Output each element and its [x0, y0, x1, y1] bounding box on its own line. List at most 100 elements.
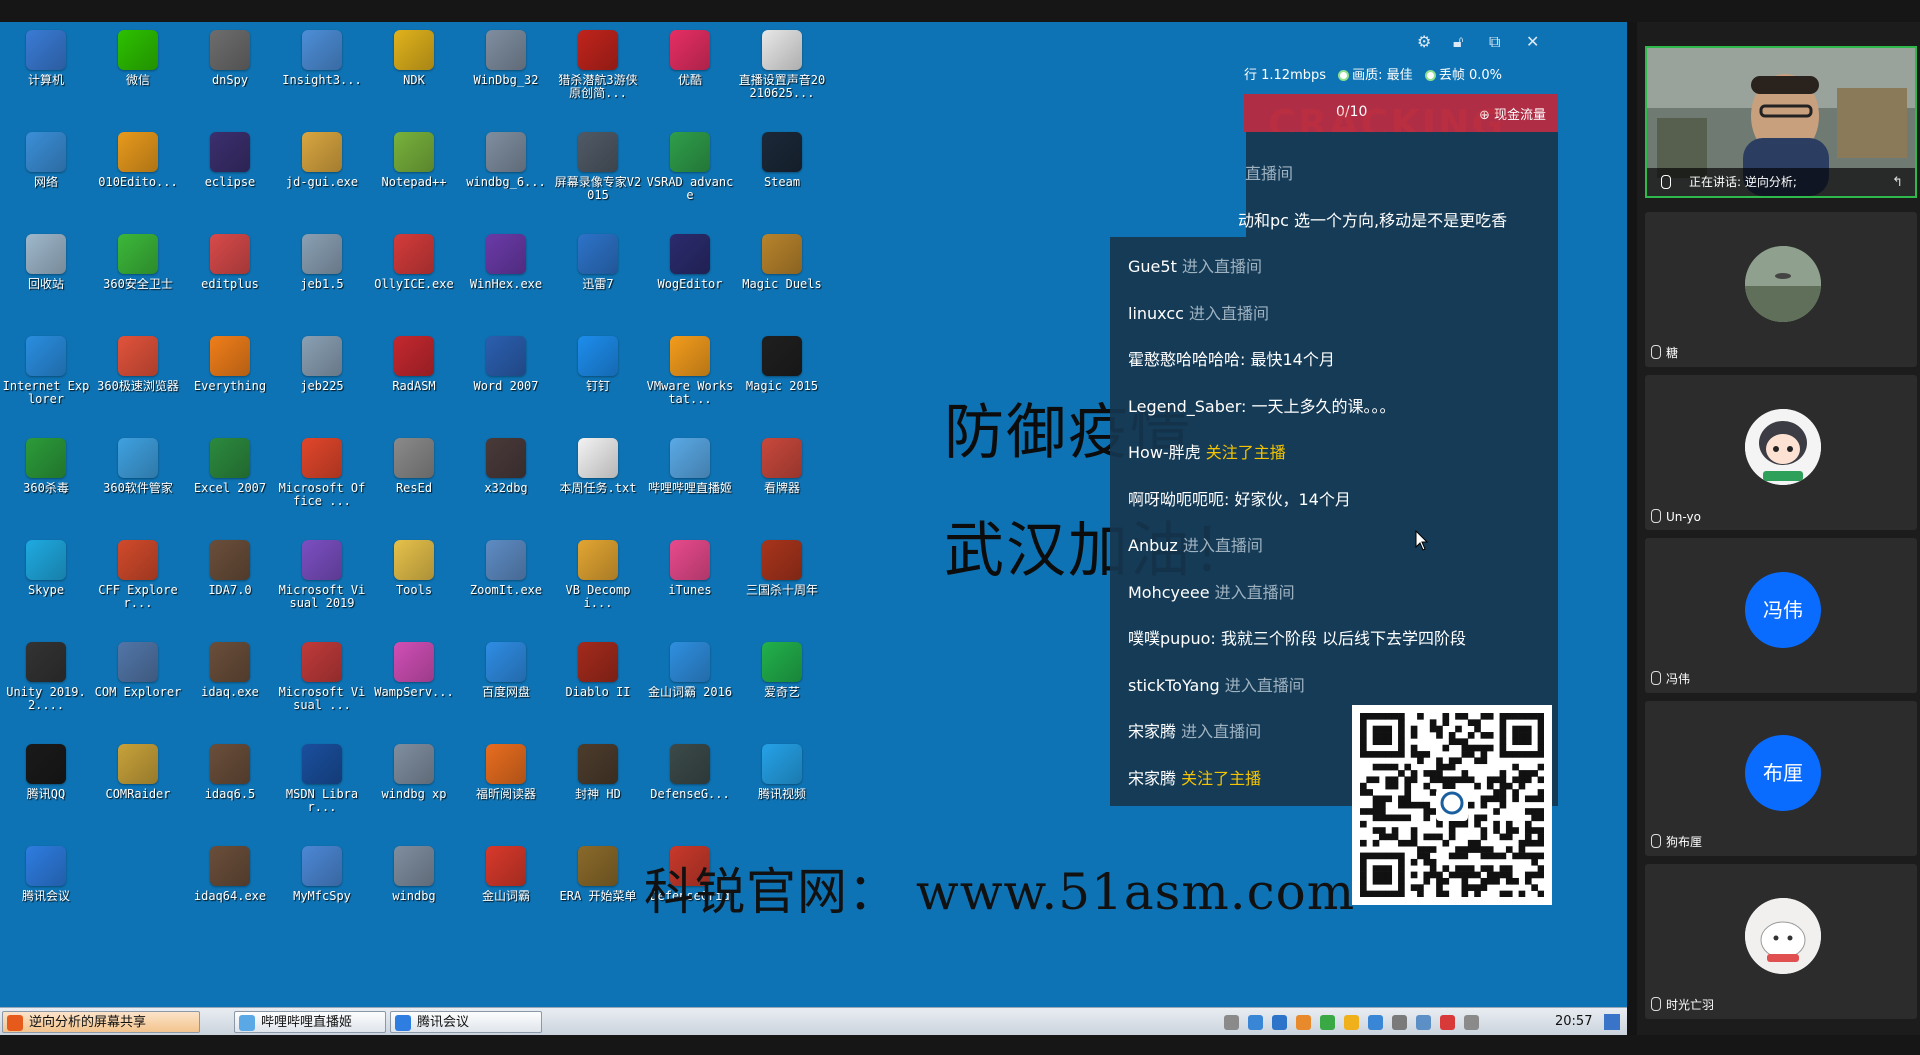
desktop-icon[interactable]: Word 2007 — [460, 332, 552, 428]
desktop-icon[interactable]: MyMfcSpy — [276, 842, 368, 938]
desktop-icon[interactable]: 爱奇艺 — [736, 638, 828, 734]
taskbar-item-tencent-meeting[interactable]: 腾讯会议 — [390, 1011, 542, 1033]
desktop-icon[interactable]: Magic 2015 — [736, 332, 828, 428]
participant-tile[interactable]: 时光亡羽 — [1645, 864, 1917, 1019]
desktop-icon[interactable]: Tools — [368, 536, 460, 632]
desktop-icon[interactable]: VMware Workstat... — [644, 332, 736, 428]
desktop-icon[interactable]: 金山词霸 — [460, 842, 552, 938]
desktop-icon[interactable]: windbg xp — [368, 740, 460, 836]
active-speaker-video[interactable]: 正在讲话: 逆向分析; ↰ — [1645, 46, 1917, 198]
desktop-icon[interactable]: Notepad++ — [368, 128, 460, 224]
desktop-icon[interactable]: idaq.exe — [184, 638, 276, 734]
tray-icon[interactable] — [1416, 1015, 1431, 1030]
tray-icon[interactable] — [1272, 1015, 1287, 1030]
desktop-icon[interactable]: 封神 HD — [552, 740, 644, 836]
desktop-icon[interactable]: editplus — [184, 230, 276, 326]
participant-tile[interactable]: 布厘 狗布厘 — [1645, 701, 1917, 856]
taskbar-item-bilibili[interactable]: 哔哩哔哩直播姬 — [234, 1011, 386, 1033]
desktop-icon[interactable]: 360杀毒 — [0, 434, 92, 530]
desktop-icon[interactable]: dnSpy — [184, 26, 276, 122]
desktop-icon[interactable]: 360安全卫士 — [92, 230, 184, 326]
desktop-icon[interactable]: COMRaider — [92, 740, 184, 836]
tray-icon[interactable] — [1344, 1015, 1359, 1030]
desktop-icon[interactable]: ResEd — [368, 434, 460, 530]
desktop-icon[interactable]: Diablo II — [552, 638, 644, 734]
tray-icon[interactable] — [1464, 1015, 1479, 1030]
desktop-icon[interactable]: Microsoft Visual 2019 — [276, 536, 368, 632]
tray-icon[interactable] — [1392, 1015, 1407, 1030]
desktop-icon[interactable]: Skype — [0, 536, 92, 632]
desktop-icon[interactable]: DefenseG... — [644, 740, 736, 836]
desktop-icon[interactable]: 腾讯会议 — [0, 842, 92, 938]
desktop-icon[interactable]: 百度网盘 — [460, 638, 552, 734]
desktop-icon[interactable]: IDA7.0 — [184, 536, 276, 632]
desktop-icon[interactable]: 优酷 — [644, 26, 736, 122]
desktop-icon[interactable]: 屏幕录像专家V2015 — [552, 128, 644, 224]
desktop-icon[interactable]: Excel 2007 — [184, 434, 276, 530]
desktop-icon[interactable]: 微信 — [92, 26, 184, 122]
desktop-icon[interactable]: 360软件管家 — [92, 434, 184, 530]
desktop-icon[interactable]: WogEditor — [644, 230, 736, 326]
desktop-icon[interactable]: Microsoft Office ... — [276, 434, 368, 530]
desktop-icon[interactable]: idaq6.5 — [184, 740, 276, 836]
desktop-icon[interactable]: WinDbg_32 — [460, 26, 552, 122]
desktop-icon[interactable]: CFF Explorer... — [92, 536, 184, 632]
gear-icon[interactable]: ⚙ — [1417, 32, 1431, 51]
tray-icon[interactable] — [1296, 1015, 1311, 1030]
desktop-icon[interactable]: COM Explorer — [92, 638, 184, 734]
tray-icon[interactable] — [1368, 1015, 1383, 1030]
tray-icon[interactable] — [1248, 1015, 1263, 1030]
desktop-icon[interactable]: Magic Duels — [736, 230, 828, 326]
taskbar-item-screen-share[interactable]: 逆向分析的屏幕共享 — [2, 1011, 200, 1033]
tray-icon[interactable] — [1440, 1015, 1455, 1030]
desktop-icon[interactable]: 猎杀潜航3游侠原创简... — [552, 26, 644, 122]
desktop-icon[interactable]: jeb1.5 — [276, 230, 368, 326]
participant-tile[interactable]: 冯伟 冯伟 — [1645, 538, 1917, 693]
desktop-icon[interactable]: WampServ... — [368, 638, 460, 734]
desktop-icon[interactable]: WinHex.exe — [460, 230, 552, 326]
desktop-icon[interactable]: idaq64.exe — [184, 842, 276, 938]
tray-icon[interactable] — [1224, 1015, 1239, 1030]
desktop-icon[interactable]: OllyICE.exe — [368, 230, 460, 326]
desktop-icon[interactable]: x32dbg — [460, 434, 552, 530]
desktop-icon[interactable]: VSRAD advance — [644, 128, 736, 224]
desktop-icon[interactable]: jeb225 — [276, 332, 368, 428]
desktop-icon[interactable]: 看牌器 — [736, 434, 828, 530]
desktop-icon[interactable]: 福昕阅读器 — [460, 740, 552, 836]
lock-icon[interactable]: 🔓︎ — [1453, 32, 1463, 52]
back-arrow-icon[interactable]: ↰ — [1892, 175, 1903, 190]
desktop-icon[interactable]: 010Edito... — [92, 128, 184, 224]
desktop-icon[interactable]: 三国杀十周年 — [736, 536, 828, 632]
desktop-icon[interactable]: 本周任务.txt — [552, 434, 644, 530]
close-icon[interactable]: ✕ — [1526, 32, 1539, 51]
desktop-icon[interactable]: eclipse — [184, 128, 276, 224]
desktop-icon[interactable]: 金山词霸 2016 — [644, 638, 736, 734]
desktop-icon[interactable]: Everything — [184, 332, 276, 428]
desktop-icon[interactable]: 网络 — [0, 128, 92, 224]
desktop-icon[interactable]: windbg_6... — [460, 128, 552, 224]
popout-icon[interactable]: ⧉ — [1489, 32, 1500, 52]
desktop-icon[interactable]: 回收站 — [0, 230, 92, 326]
desktop-icon[interactable]: 直播设置声音20210625... — [736, 26, 828, 122]
desktop-icon[interactable]: VB Decompi... — [552, 536, 644, 632]
desktop-icon[interactable]: RadASM — [368, 332, 460, 428]
desktop-icon[interactable]: Insight3... — [276, 26, 368, 122]
show-desktop-icon[interactable] — [1604, 1014, 1620, 1030]
quality-radio-icon[interactable] — [1338, 70, 1350, 81]
desktop-icon[interactable]: Microsoft Visual ... — [276, 638, 368, 734]
desktop-icon[interactable]: jd-gui.exe — [276, 128, 368, 224]
drop-radio-icon[interactable] — [1424, 70, 1436, 81]
desktop-icon[interactable]: 360极速浏览器 — [92, 332, 184, 428]
desktop-icon[interactable]: 计算机 — [0, 26, 92, 122]
desktop-icon[interactable]: ERA 开始菜单 — [552, 842, 644, 938]
desktop-icon[interactable]: ZoomIt.exe — [460, 536, 552, 632]
desktop-icon[interactable]: 迅雷7 — [552, 230, 644, 326]
desktop-icon[interactable]: MSDN Librar... — [276, 740, 368, 836]
desktop-icon[interactable]: Internet Explorer — [0, 332, 92, 428]
desktop-icon[interactable]: 腾讯QQ — [0, 740, 92, 836]
participant-tile[interactable]: Un-yo — [1645, 375, 1917, 530]
desktop-icon[interactable]: 钉钉 — [552, 332, 644, 428]
desktop-icon[interactable]: Unity 2019.2.... — [0, 638, 92, 734]
tray-icon[interactable] — [1320, 1015, 1335, 1030]
desktop-icon[interactable]: Steam — [736, 128, 828, 224]
